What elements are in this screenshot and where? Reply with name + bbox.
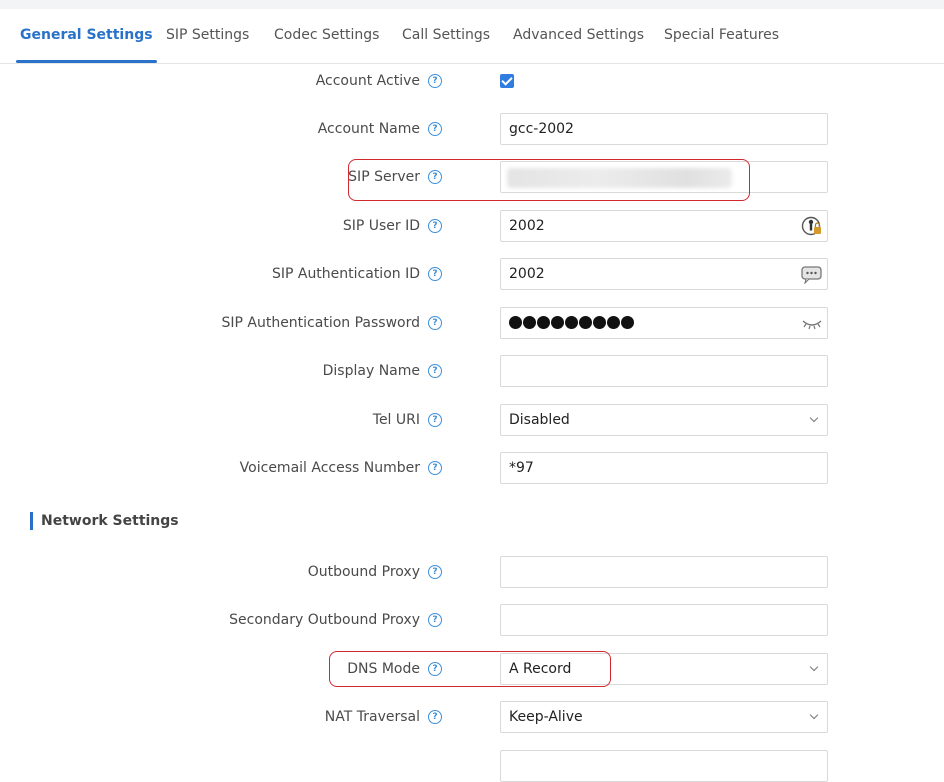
password-dot: [579, 316, 592, 329]
row-dns-mode: DNS Mode ? A Record: [0, 653, 944, 685]
help-icon[interactable]: ?: [428, 710, 442, 724]
row-display-name: Display Name ?: [0, 355, 944, 387]
account-name-value: gcc-2002: [509, 121, 574, 137]
eye-closed-icon[interactable]: [801, 313, 823, 333]
chevron-down-icon: [809, 662, 819, 672]
help-icon[interactable]: ?: [428, 565, 442, 579]
nat-traversal-select[interactable]: Keep-Alive: [500, 701, 828, 733]
row-sip-auth-id: SIP Authentication ID ? 2002: [0, 258, 944, 290]
tab-codec-settings[interactable]: Codec Settings: [274, 9, 379, 63]
network-settings-heading: Network Settings: [30, 512, 179, 530]
outbound-proxy-label: Outbound Proxy: [307, 564, 420, 580]
row-sip-user-id: SIP User ID ? 2002: [0, 210, 944, 242]
sip-auth-id-input[interactable]: 2002: [500, 258, 828, 290]
tab-advanced-settings[interactable]: Advanced Settings: [513, 9, 644, 63]
row-sip-auth-password: SIP Authentication Password ?: [0, 307, 944, 339]
help-icon[interactable]: ?: [428, 413, 442, 427]
sip-auth-id-label: SIP Authentication ID: [271, 266, 420, 282]
help-icon[interactable]: ?: [428, 74, 442, 88]
sip-user-id-label: SIP User ID: [342, 218, 420, 234]
redacted-value: [507, 168, 732, 188]
row-account-name: Account Name ? gcc-2002: [0, 113, 944, 145]
tel-uri-label: Tel URI: [372, 412, 420, 428]
settings-tabs: General Settings SIP Settings Codec Sett…: [0, 9, 944, 64]
sip-user-id-value: 2002: [509, 218, 545, 234]
row-voicemail: Voicemail Access Number ? *97: [0, 452, 944, 484]
voicemail-value: *97: [509, 460, 534, 476]
display-name-input[interactable]: [500, 355, 828, 387]
password-dot: [607, 316, 620, 329]
password-dot: [537, 316, 550, 329]
dns-mode-value: A Record: [509, 661, 572, 677]
tab-call-settings[interactable]: Call Settings: [402, 9, 490, 63]
next-field-input[interactable]: [500, 750, 828, 782]
tab-general-settings[interactable]: General Settings: [16, 9, 157, 63]
password-dot: [565, 316, 578, 329]
row-account-active: Account Active ?: [0, 65, 944, 97]
password-dot: [621, 316, 634, 329]
nat-traversal-value: Keep-Alive: [509, 709, 583, 725]
sip-auth-password-input[interactable]: [500, 307, 828, 339]
account-active-label: Account Active: [315, 73, 420, 89]
tel-uri-select[interactable]: Disabled: [500, 404, 828, 436]
password-dot: [551, 316, 564, 329]
help-icon[interactable]: ?: [428, 364, 442, 378]
sip-auth-id-value: 2002: [509, 266, 545, 282]
help-icon[interactable]: ?: [428, 316, 442, 330]
autofill-icon[interactable]: [801, 264, 823, 284]
help-icon[interactable]: ?: [428, 267, 442, 281]
top-strip: [0, 0, 944, 9]
voicemail-label: Voicemail Access Number: [239, 460, 420, 476]
sip-auth-password-label: SIP Authentication Password: [221, 315, 420, 331]
secondary-outbound-proxy-input[interactable]: [500, 604, 828, 636]
help-icon[interactable]: ?: [428, 461, 442, 475]
dns-mode-select[interactable]: A Record: [500, 653, 828, 685]
account-name-label: Account Name: [317, 121, 420, 137]
password-dot: [593, 316, 606, 329]
password-manager-key-icon[interactable]: [801, 216, 823, 236]
password-dot: [509, 316, 522, 329]
help-icon[interactable]: ?: [428, 219, 442, 233]
sip-server-label: SIP Server: [348, 169, 420, 185]
row-nat-traversal: NAT Traversal ? Keep-Alive: [0, 701, 944, 733]
account-name-input[interactable]: gcc-2002: [500, 113, 828, 145]
tab-sip-settings[interactable]: SIP Settings: [166, 9, 249, 63]
tab-special-features[interactable]: Special Features: [664, 9, 779, 63]
row-sip-server: SIP Server ?: [0, 161, 944, 193]
outbound-proxy-input[interactable]: [500, 556, 828, 588]
help-icon[interactable]: ?: [428, 170, 442, 184]
tel-uri-value: Disabled: [509, 412, 570, 428]
sip-user-id-input[interactable]: 2002: [500, 210, 828, 242]
row-partial-next: [0, 750, 944, 782]
help-icon[interactable]: ?: [428, 613, 442, 627]
chevron-down-icon: [809, 710, 819, 720]
sip-server-input[interactable]: [500, 161, 828, 193]
help-icon[interactable]: ?: [428, 122, 442, 136]
display-name-label: Display Name: [322, 363, 420, 379]
password-dot: [523, 316, 536, 329]
row-tel-uri: Tel URI ? Disabled: [0, 404, 944, 436]
row-secondary-outbound-proxy: Secondary Outbound Proxy ?: [0, 604, 944, 636]
password-mask: [509, 316, 634, 330]
dns-mode-label: DNS Mode: [347, 661, 420, 677]
secondary-outbound-proxy-label: Secondary Outbound Proxy: [229, 612, 420, 628]
chevron-down-icon: [809, 413, 819, 423]
help-icon[interactable]: ?: [428, 662, 442, 676]
voicemail-input[interactable]: *97: [500, 452, 828, 484]
account-active-checkbox[interactable]: [500, 74, 514, 88]
row-outbound-proxy: Outbound Proxy ?: [0, 556, 944, 588]
nat-traversal-label: NAT Traversal: [324, 709, 420, 725]
